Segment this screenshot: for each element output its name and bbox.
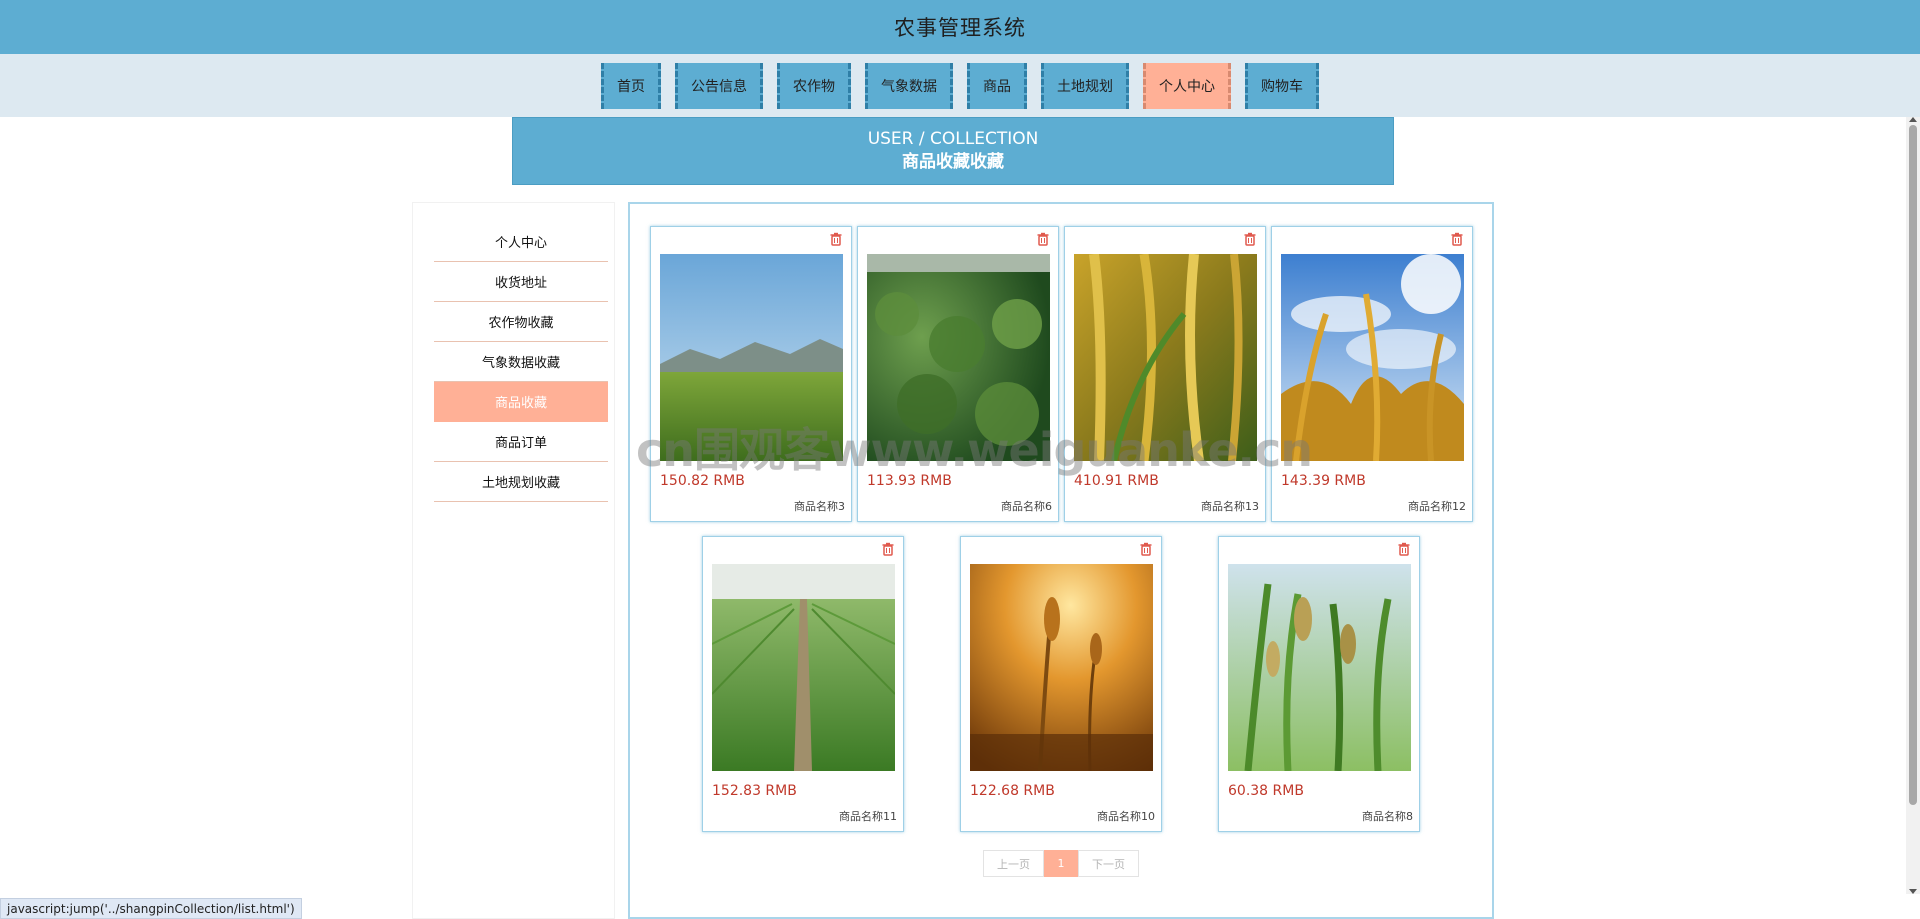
product-image[interactable] bbox=[1281, 254, 1464, 461]
product-price: 122.68 RMB bbox=[970, 783, 1055, 799]
product-name: 商品名称3 bbox=[794, 500, 845, 513]
scroll-down-icon[interactable] bbox=[1909, 889, 1917, 894]
product-card[interactable]: 150.82 RMB 商品名称3 bbox=[650, 226, 852, 522]
sidebar-item-crop-favorites[interactable]: 农作物收藏 bbox=[434, 302, 608, 342]
nav-announcements[interactable]: 公告信息 bbox=[675, 62, 763, 109]
nav-products[interactable]: 商品 bbox=[967, 62, 1027, 109]
banner-english: USER / COLLECTION bbox=[867, 129, 1039, 149]
product-card[interactable]: 60.38 RMB 商品名称8 bbox=[1218, 536, 1420, 832]
sidebar-item-product-favorites[interactable]: 商品收藏 bbox=[434, 382, 608, 422]
trash-icon[interactable] bbox=[1242, 231, 1258, 247]
trash-icon[interactable] bbox=[1035, 231, 1051, 247]
product-image[interactable] bbox=[867, 254, 1050, 461]
pagination: 上一页 1 下一页 bbox=[983, 850, 1139, 877]
product-name: 商品名称11 bbox=[839, 810, 897, 823]
product-name: 商品名称8 bbox=[1362, 810, 1413, 823]
nav-home[interactable]: 首页 bbox=[601, 62, 661, 109]
nav-weather[interactable]: 气象数据 bbox=[865, 62, 953, 109]
nav-land-planning[interactable]: 土地规划 bbox=[1041, 62, 1129, 109]
nav-cart[interactable]: 购物车 bbox=[1245, 62, 1319, 109]
trash-icon[interactable] bbox=[1138, 541, 1154, 557]
product-name: 商品名称13 bbox=[1201, 500, 1259, 513]
product-price: 410.91 RMB bbox=[1074, 473, 1159, 489]
product-price: 150.82 RMB bbox=[660, 473, 745, 489]
product-image[interactable] bbox=[1074, 254, 1257, 461]
sidebar-item-orders[interactable]: 商品订单 bbox=[434, 422, 608, 462]
product-image[interactable] bbox=[970, 564, 1153, 771]
product-image[interactable] bbox=[712, 564, 895, 771]
trash-icon[interactable] bbox=[1449, 231, 1465, 247]
banner-chinese: 商品收藏收藏 bbox=[902, 152, 1004, 172]
product-price: 143.39 RMB bbox=[1281, 473, 1366, 489]
browser-status-bar: javascript:jump('../shangpinCollection/l… bbox=[0, 898, 302, 919]
product-image[interactable] bbox=[1228, 564, 1411, 771]
scrollbar-thumb[interactable] bbox=[1909, 125, 1917, 805]
product-card[interactable]: 143.39 RMB 商品名称12 bbox=[1271, 226, 1473, 522]
trash-icon[interactable] bbox=[880, 541, 896, 557]
main-nav: 首页 公告信息 农作物 气象数据 商品 土地规划 个人中心 购物车 bbox=[0, 54, 1920, 117]
site-title: 农事管理系统 bbox=[894, 16, 1026, 40]
favorites-panel: 150.82 RMB 商品名称3 113.93 RMB 商品名称6 410.91… bbox=[628, 202, 1494, 919]
next-page-button[interactable]: 下一页 bbox=[1078, 850, 1139, 877]
prev-page-button[interactable]: 上一页 bbox=[983, 850, 1044, 877]
sidebar-item-weather-favorites[interactable]: 气象数据收藏 bbox=[434, 342, 608, 382]
product-price: 113.93 RMB bbox=[867, 473, 952, 489]
nav-crops[interactable]: 农作物 bbox=[777, 62, 851, 109]
product-name: 商品名称12 bbox=[1408, 500, 1466, 513]
sidebar-item-profile[interactable]: 个人中心 bbox=[434, 222, 608, 262]
product-card[interactable]: 410.91 RMB 商品名称13 bbox=[1064, 226, 1266, 522]
product-image[interactable] bbox=[660, 254, 843, 461]
product-card[interactable]: 152.83 RMB 商品名称11 bbox=[702, 536, 904, 832]
trash-icon[interactable] bbox=[828, 231, 844, 247]
product-price: 60.38 RMB bbox=[1228, 783, 1304, 799]
trash-icon[interactable] bbox=[1396, 541, 1412, 557]
product-name: 商品名称10 bbox=[1097, 810, 1155, 823]
section-banner: USER / COLLECTION 商品收藏收藏 bbox=[512, 117, 1394, 185]
sidebar: 个人中心 收货地址 农作物收藏 气象数据收藏 商品收藏 商品订单 土地规划收藏 bbox=[412, 202, 615, 919]
site-header: 农事管理系统 bbox=[0, 0, 1920, 54]
scroll-up-icon[interactable] bbox=[1909, 117, 1917, 122]
current-page[interactable]: 1 bbox=[1044, 850, 1078, 877]
product-card[interactable]: 122.68 RMB 商品名称10 bbox=[960, 536, 1162, 832]
page-scrollbar[interactable] bbox=[1906, 117, 1920, 894]
product-price: 152.83 RMB bbox=[712, 783, 797, 799]
nav-personal-center[interactable]: 个人中心 bbox=[1143, 62, 1231, 109]
product-card[interactable]: 113.93 RMB 商品名称6 bbox=[857, 226, 1059, 522]
sidebar-item-address[interactable]: 收货地址 bbox=[434, 262, 608, 302]
sidebar-item-land-favorites[interactable]: 土地规划收藏 bbox=[434, 462, 608, 502]
product-name: 商品名称6 bbox=[1001, 500, 1052, 513]
